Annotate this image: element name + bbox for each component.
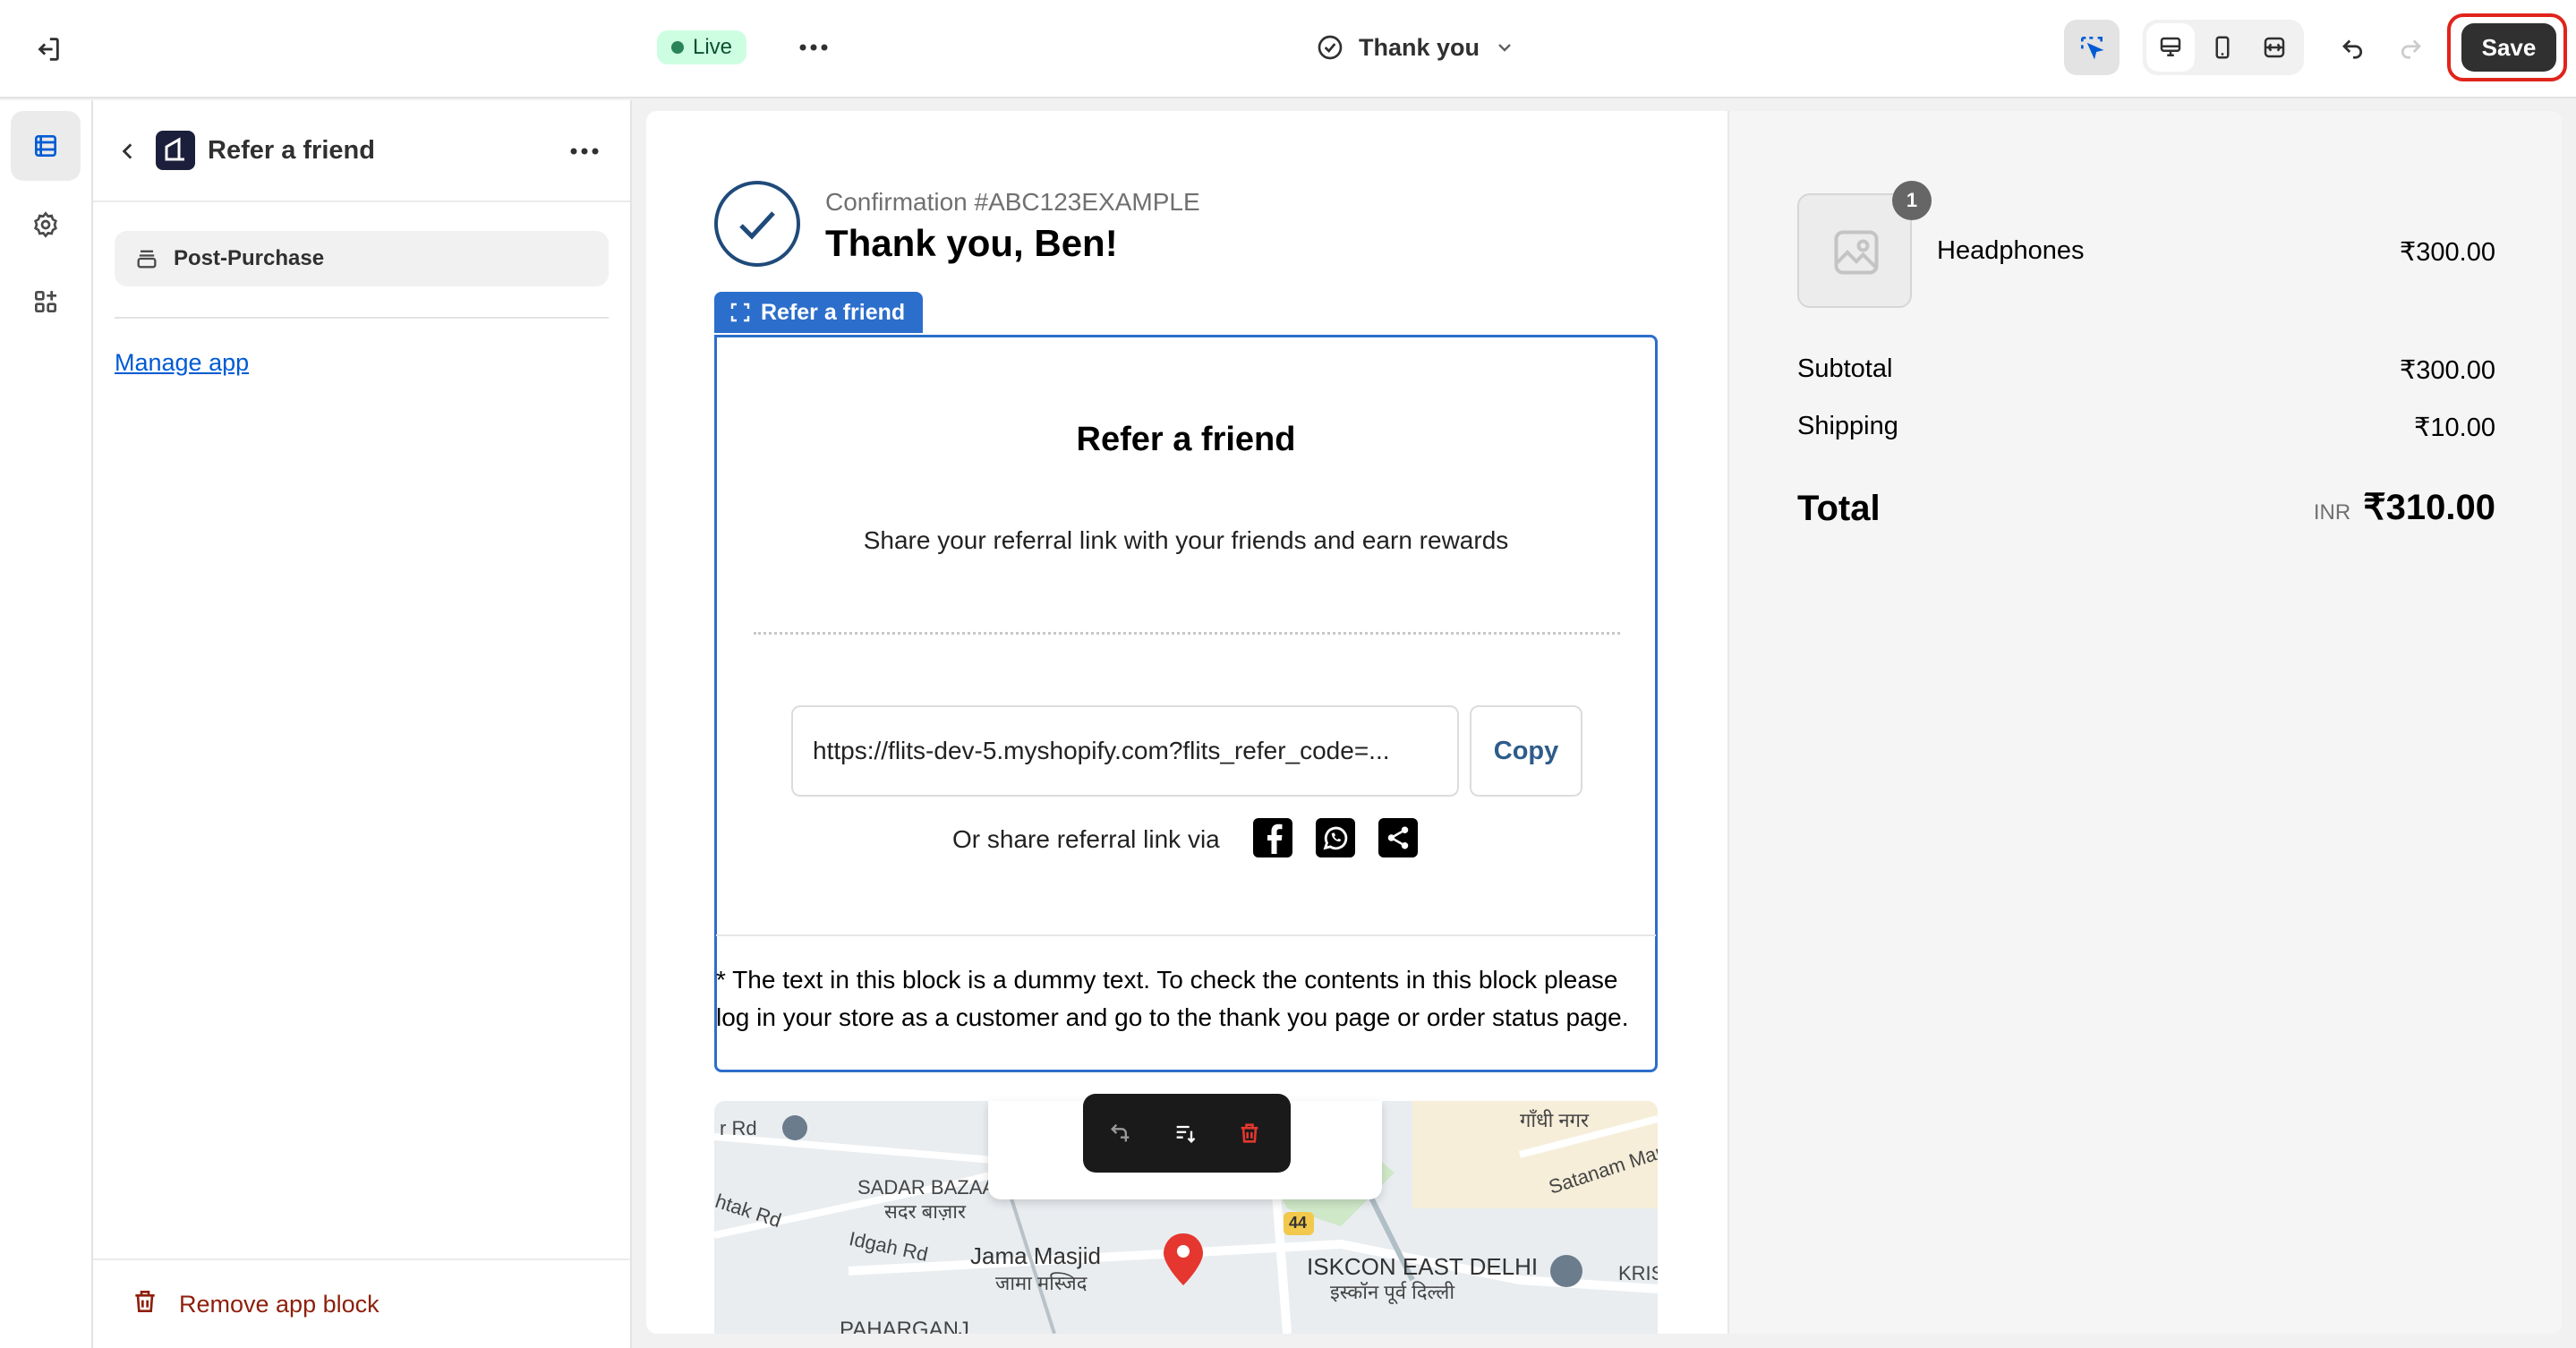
left-rail	[0, 100, 93, 1348]
order-summary: 1 Headphones ₹300.00 Subtotal ₹300.00 Sh…	[1727, 111, 2562, 1334]
divider	[115, 317, 609, 319]
total-amount: INR ₹310.00	[2314, 487, 2495, 528]
map-label: सदर बाज़ार	[884, 1200, 966, 1223]
refer-a-friend-card: Refer a friend Share your referral link …	[716, 337, 1656, 936]
subtotal-label: Subtotal	[1797, 354, 1893, 383]
block-settings-panel: Refer a friend Post-Purchase Manage app …	[93, 100, 632, 1348]
apps-icon[interactable]	[11, 267, 81, 337]
preview-canvas: Confirmation #ABC123EXAMPLE Thank you, B…	[646, 111, 2562, 1334]
currency-code: INR	[2313, 500, 2351, 525]
map-label: ISKCON EAST DELHI	[1307, 1253, 1539, 1280]
selected-block-tab[interactable]: Refer a friend	[714, 292, 924, 333]
image-placeholder-icon	[1834, 230, 1879, 275]
remove-app-block-label[interactable]: Remove app block	[179, 1291, 380, 1318]
move-up-icon[interactable]	[1101, 1113, 1140, 1153]
block-floating-toolbar	[1083, 1094, 1291, 1173]
map-label: SADAR BAZAAR	[857, 1176, 1010, 1199]
live-dot-icon	[671, 41, 684, 54]
app-logo-icon	[156, 131, 195, 170]
manage-app-link[interactable]: Manage app	[115, 349, 249, 377]
exit-icon[interactable]	[25, 27, 70, 72]
full-width-view-icon[interactable]	[2250, 23, 2299, 72]
post-purchase-item[interactable]: Post-Purchase	[115, 231, 609, 286]
viewport-switcher	[2143, 20, 2304, 75]
delete-block-icon[interactable]	[1230, 1113, 1269, 1153]
panel-header: Refer a friend	[93, 100, 630, 202]
highway-shield: 44	[1289, 1214, 1308, 1232]
copy-button[interactable]: Copy	[1470, 705, 1582, 797]
top-bar: Live Thank you Save	[0, 0, 2576, 98]
refer-title: Refer a friend	[1076, 421, 1296, 458]
whatsapp-icon[interactable]	[1316, 818, 1355, 857]
refer-subtitle: Share your referral link with your frien…	[863, 526, 1509, 554]
trash-icon	[135, 1291, 155, 1312]
live-status-badge: Live	[657, 30, 747, 64]
dotted-divider	[754, 632, 1620, 635]
template-selector[interactable]: Thank you	[1316, 27, 1515, 68]
remove-app-block-button[interactable]	[131, 1287, 159, 1316]
map-label: r Rd	[720, 1117, 757, 1139]
template-name: Thank you	[1359, 33, 1480, 61]
chevron-down-icon	[1498, 44, 1511, 52]
confirmation-number: Confirmation #ABC123EXAMPLE	[825, 188, 1200, 216]
redo-icon[interactable]	[2388, 25, 2433, 70]
map-label: जामा मस्जिद	[995, 1272, 1088, 1294]
panel-title: Refer a friend	[208, 136, 375, 165]
dummy-text-note: * The text in this block is a dummy text…	[716, 966, 1629, 1031]
map-label: गाँधी नगर	[1520, 1109, 1590, 1131]
map-label: Jama Masjid	[970, 1242, 1101, 1269]
map-label: इस्कॉन पूर्व दिल्ली	[1330, 1281, 1455, 1303]
map-label: KRIS	[1618, 1262, 1658, 1284]
back-arrow-icon[interactable]	[109, 132, 147, 170]
save-button[interactable]: Save	[2461, 23, 2556, 72]
block-select-icon	[730, 303, 750, 322]
checkmark-circle-icon	[714, 181, 800, 267]
panel-footer: Remove app block	[93, 1258, 630, 1348]
sections-icon[interactable]	[11, 111, 81, 181]
inspector-toggle-icon[interactable]	[2064, 20, 2120, 75]
settings-gear-icon[interactable]	[11, 190, 81, 260]
share-label: Or share referral link via	[952, 825, 1220, 853]
thank-you-heading: Thank you, Ben!	[825, 222, 1118, 264]
map-label: PAHARGANJ	[840, 1318, 969, 1334]
total-value: ₹310.00	[2363, 488, 2495, 527]
undo-icon[interactable]	[2331, 25, 2376, 70]
total-label: Total	[1797, 489, 1881, 528]
share-icon[interactable]	[1378, 818, 1418, 857]
desktop-view-icon[interactable]	[2146, 23, 2195, 72]
more-actions-icon[interactable]	[793, 27, 834, 68]
layer-stack-icon	[137, 250, 157, 269]
check-circle-icon	[1318, 35, 1343, 60]
quantity-badge: 1	[1892, 181, 1932, 220]
move-down-icon[interactable]	[1165, 1113, 1205, 1153]
panel-more-icon[interactable]	[564, 131, 605, 172]
product-price: ₹300.00	[2399, 238, 2495, 267]
mobile-view-icon[interactable]	[2198, 23, 2247, 72]
facebook-icon[interactable]	[1253, 818, 1292, 857]
referral-link-field[interactable]: https://flits-dev-5.myshopify.com?flits_…	[791, 705, 1459, 797]
shipping-label: Shipping	[1797, 412, 1898, 440]
shipping-value: ₹10.00	[2413, 414, 2495, 442]
product-name: Headphones	[1937, 236, 2085, 265]
subtotal-value: ₹300.00	[2399, 356, 2495, 385]
